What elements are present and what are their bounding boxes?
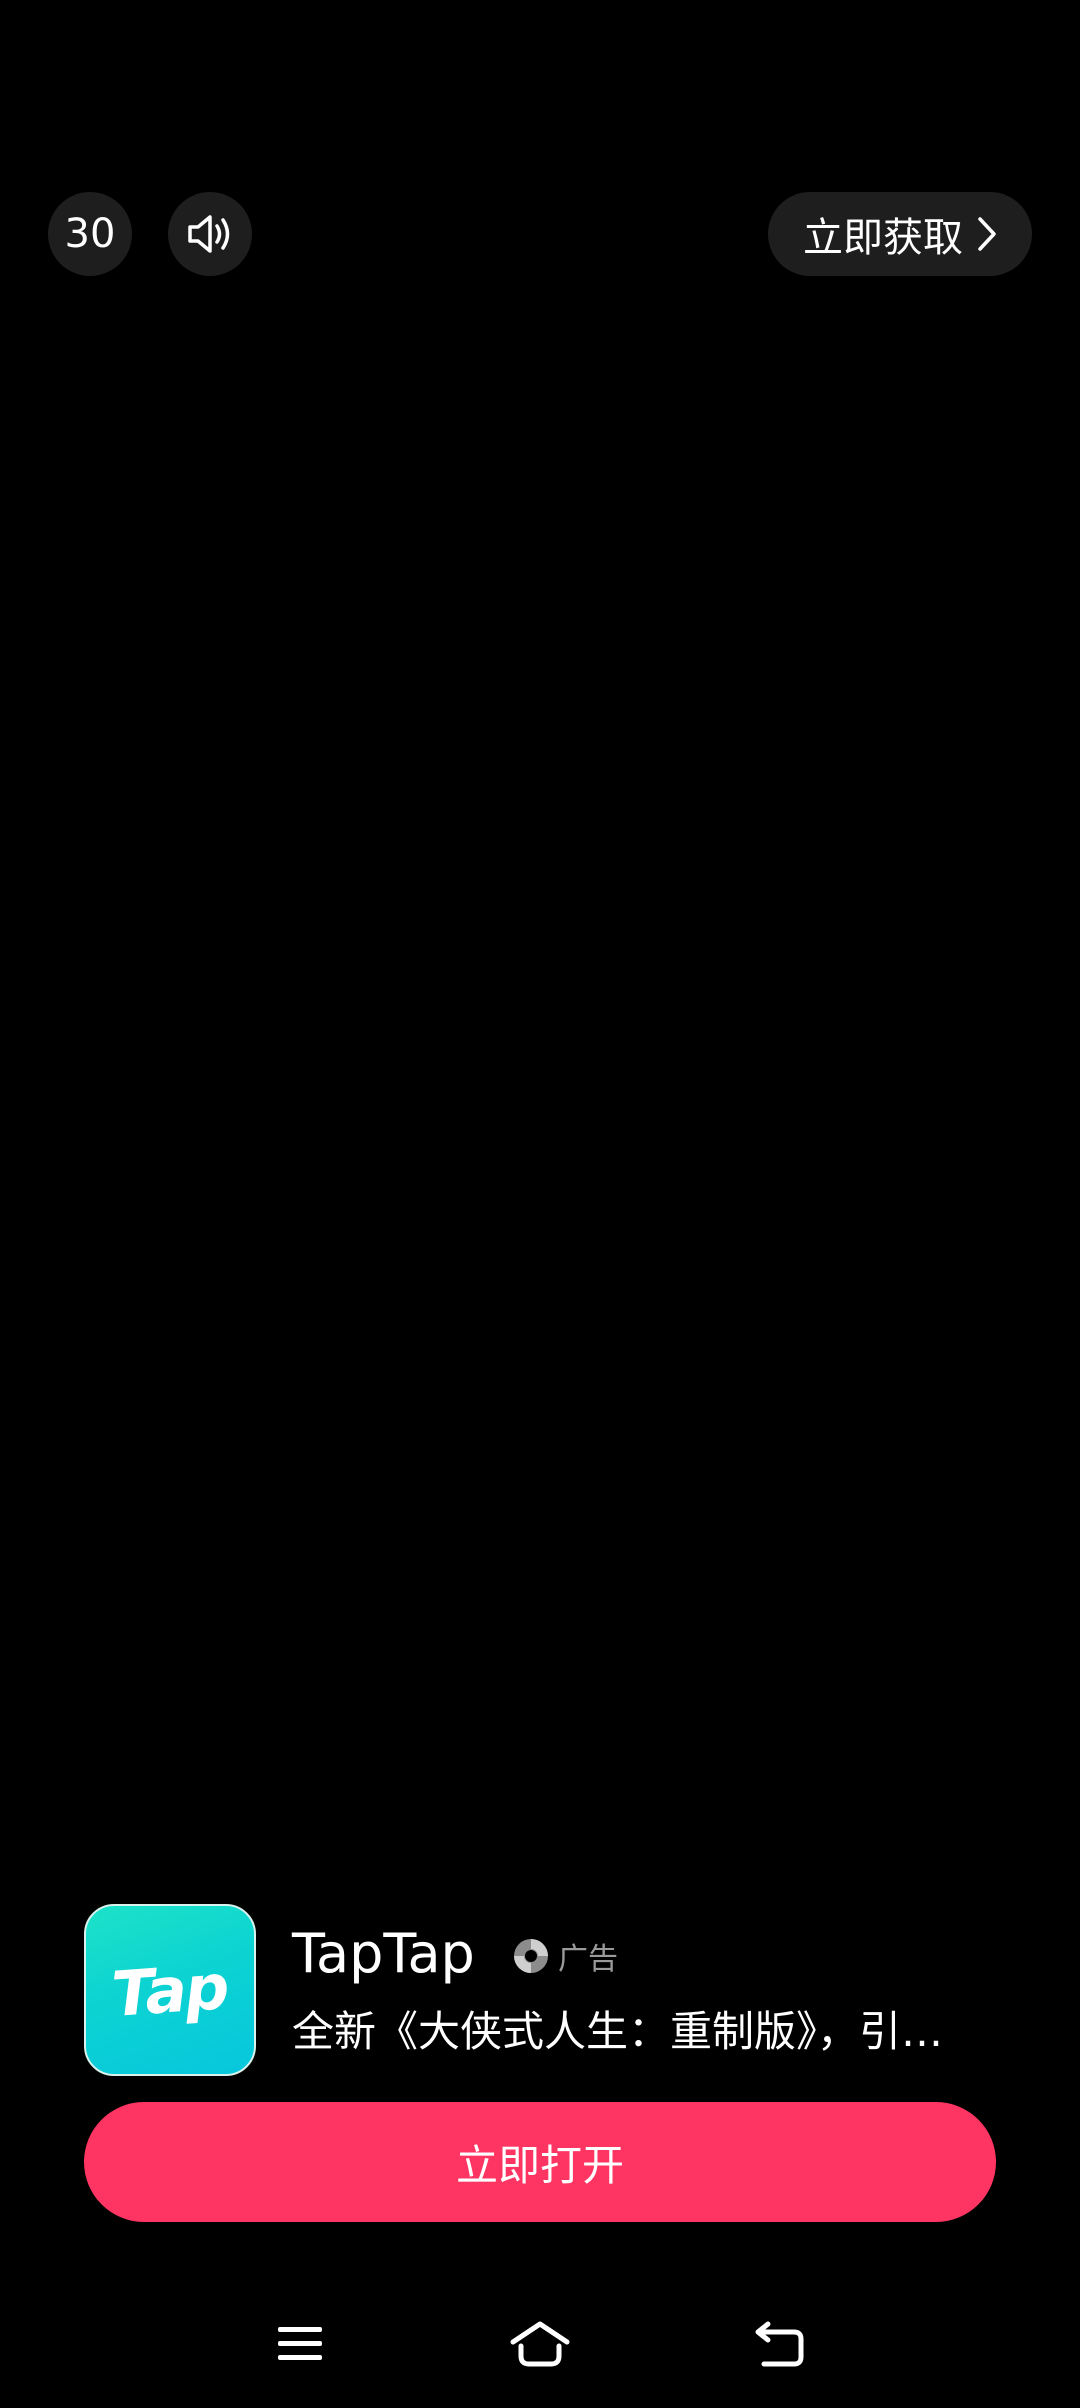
chevron-right-icon <box>977 216 997 252</box>
get-now-button[interactable]: 立即获取 <box>768 192 1032 276</box>
countdown-timer: 30 <box>48 192 132 276</box>
menu-button[interactable] <box>264 2312 336 2376</box>
mute-button[interactable] <box>168 192 252 276</box>
ad-description[interactable]: 全新《大侠式人生：重制版》，引… <box>292 2004 972 2060</box>
ad-badge: 广告 <box>512 1934 618 1978</box>
app-logo-text: Tap <box>110 1949 230 2031</box>
system-nav-bar <box>0 2300 1080 2390</box>
home-icon <box>510 2320 570 2368</box>
ad-label: 广告 <box>558 1942 618 1977</box>
back-button[interactable] <box>744 2312 816 2376</box>
speaker-icon <box>186 212 234 256</box>
open-now-button[interactable]: 立即打开 <box>84 2102 996 2222</box>
get-now-label: 立即获取 <box>803 215 963 261</box>
app-name: TapTap <box>292 1922 475 1985</box>
ad-provider-icon <box>512 1937 550 1975</box>
app-icon[interactable]: Tap <box>84 1904 256 2076</box>
menu-icon <box>276 2324 324 2364</box>
back-icon <box>754 2320 806 2368</box>
home-button[interactable] <box>504 2312 576 2376</box>
